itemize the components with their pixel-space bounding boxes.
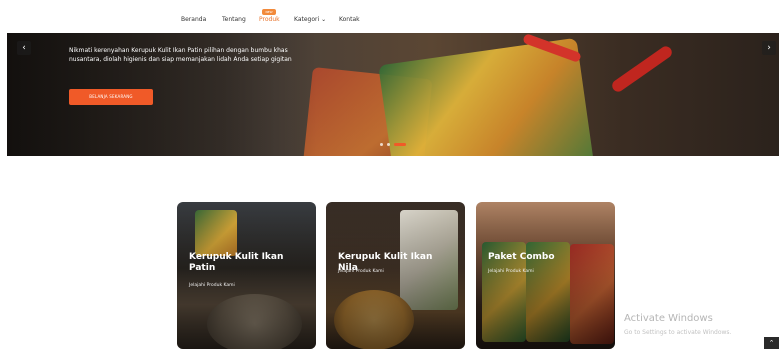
card-subtitle: Jelajahi Produk Kami (488, 269, 534, 274)
card-overlay (326, 202, 465, 349)
slider-next-button[interactable]: › (762, 41, 776, 55)
shop-now-button[interactable]: BELANJA SEKARANG (69, 89, 153, 105)
chevron-left-icon: ‹ (22, 43, 26, 53)
top-navigation: Beranda Tentang NEW Produk Kategori ⌄ Ko… (0, 0, 779, 33)
nav-link-kategori[interactable]: Kategori ⌄ (294, 16, 326, 23)
nav-link-tentang[interactable]: Tentang (222, 16, 246, 23)
nav-link-beranda[interactable]: Beranda (181, 16, 206, 23)
card-overlay (177, 202, 316, 349)
category-card-nila[interactable]: Kerupuk Kulit Ikan Nila Jelajahi Produk … (326, 202, 465, 349)
nav-link-produk[interactable]: Produk (259, 16, 280, 23)
category-card-combo[interactable]: Paket Combo Jelajahi Produk Kami (476, 202, 615, 349)
hero-chili-decoration (609, 44, 675, 94)
hero-description: Nikmati kerenyahan Kerupuk Kulit Ikan Pa… (69, 47, 292, 63)
chevron-up-icon: ⌃ (768, 339, 775, 347)
slider-dot[interactable] (387, 143, 390, 146)
nav-link-kontak[interactable]: Kontak (339, 16, 360, 23)
card-subtitle: Jelajahi Produk Kami (189, 283, 235, 288)
scroll-to-top-button[interactable]: ⌃ (764, 337, 779, 349)
card-subtitle: Jelajahi Produk Kami (338, 269, 384, 274)
windows-activation-subtitle: Go to Settings to activate Windows. (624, 329, 732, 336)
card-title: Kerupuk Kulit Ikan Patin (189, 252, 284, 273)
card-overlay (476, 202, 615, 349)
card-title: Paket Combo (488, 252, 555, 262)
windows-activation-title: Activate Windows (624, 313, 713, 324)
chevron-right-icon: › (767, 43, 771, 53)
slider-dot-active[interactable] (394, 143, 406, 146)
slider-prev-button[interactable]: ‹ (17, 41, 31, 55)
new-badge: NEW (262, 9, 276, 15)
category-card-patin[interactable]: Kerupuk Kulit Ikan Patin Jelajahi Produk… (177, 202, 316, 349)
slider-dot[interactable] (380, 143, 383, 146)
hero-slider: ‹ › Nikmati kerenyahan Kerupuk Kulit Ika… (7, 33, 779, 156)
